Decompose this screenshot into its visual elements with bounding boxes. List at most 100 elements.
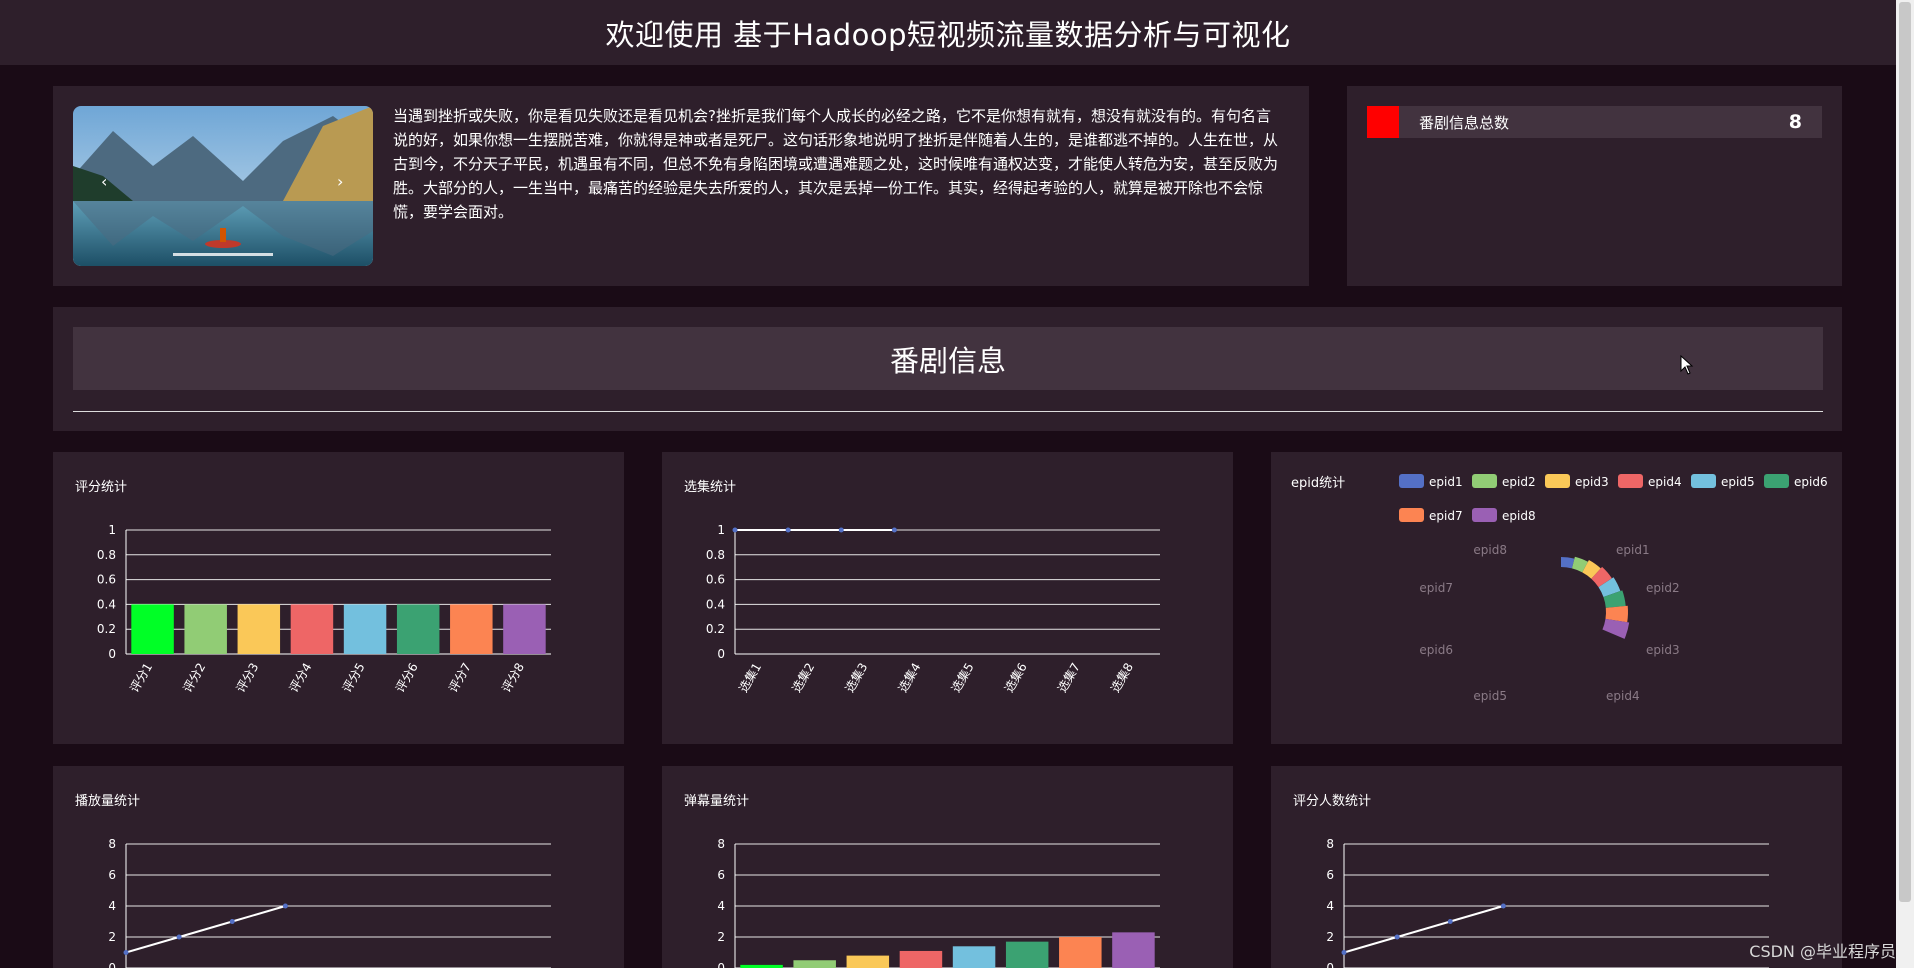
- line-point: [1341, 950, 1347, 955]
- chart-title: 弹幕量统计: [684, 794, 750, 809]
- y-tick-label: 0: [717, 647, 725, 661]
- x-tick-label: 评分6: [393, 661, 421, 695]
- legend-swatch: [1399, 508, 1424, 522]
- bar: [899, 950, 943, 968]
- y-tick-label: 0: [717, 961, 725, 968]
- y-tick-label: 0.2: [706, 622, 725, 636]
- bar: [1059, 937, 1102, 968]
- chart-title: 评分人数统计: [1293, 794, 1372, 809]
- x-tick-label: 选集2: [788, 660, 817, 695]
- legend-swatch: [1399, 474, 1424, 488]
- page-scrollbar[interactable]: [1896, 0, 1914, 968]
- y-tick-label: 2: [717, 930, 725, 944]
- pie-label: epid6: [1419, 643, 1453, 657]
- dashboard-page: 欢迎使用 基于Hadoop短视频流量数据分析与可视化 ‹ › 当遇到挫折或失败，…: [0, 0, 1914, 968]
- intro-panel: ‹ › 当遇到挫折或失败，你是看见失败还是看见机会?挫折是我们每个人成长的必经之…: [53, 86, 1309, 286]
- y-tick-label: 4: [1326, 899, 1334, 913]
- section-divider: [73, 411, 1823, 412]
- pie-label: epid8: [1473, 543, 1507, 557]
- y-tick-label: 8: [1326, 837, 1334, 851]
- header-bar: 欢迎使用 基于Hadoop短视频流量数据分析与可视化: [0, 0, 1896, 65]
- y-tick-label: 0: [108, 961, 116, 968]
- pie-label: epid2: [1646, 581, 1680, 595]
- carousel-prev-icon[interactable]: ‹: [101, 172, 107, 191]
- bar: [396, 604, 440, 654]
- y-tick-label: 0.8: [97, 548, 116, 562]
- epid-chart: epid1 epid2 epid3 epid4 epid5 epid6 epid7 epid8…: [1399, 474, 1828, 703]
- x-tick-label: 评分5: [340, 661, 368, 695]
- legend-swatch: [1545, 474, 1570, 488]
- bar: [237, 604, 281, 654]
- legend-swatch: [1764, 474, 1789, 488]
- x-tick-label: 选集6: [1001, 660, 1030, 695]
- bar: [846, 955, 890, 968]
- rating-chart: 0 0.2 0.4 0.6 0.8 1 评分1 评分2 评分3 评分4 评分5 评分6 评分7 评分8: [97, 523, 551, 695]
- legend-swatch: [1691, 474, 1716, 488]
- y-tick-label: 0.8: [706, 548, 725, 562]
- line-point: [1447, 919, 1453, 924]
- line-point: [229, 919, 235, 924]
- y-tick-label: 0.6: [97, 573, 116, 587]
- x-tick-label: 评分7: [446, 661, 474, 695]
- carousel-image: [73, 106, 373, 266]
- pie-label: epid7: [1419, 581, 1453, 595]
- line-point: [732, 527, 738, 533]
- legend-label: epid2: [1502, 475, 1536, 489]
- legend-label: epid7: [1429, 509, 1463, 523]
- legend-label: epid6: [1794, 475, 1828, 489]
- x-tick-label: 选集1: [735, 660, 764, 695]
- x-tick-label: 选集7: [1054, 660, 1083, 695]
- line-point: [123, 950, 129, 955]
- bar: [1005, 941, 1049, 968]
- stat-label: 番剧信息总数: [1419, 113, 1510, 132]
- x-tick-label: 选集8: [1107, 660, 1136, 695]
- pie-label: epid3: [1646, 643, 1680, 657]
- legend-label: epid8: [1502, 509, 1536, 523]
- legend-label: epid5: [1721, 475, 1755, 489]
- chart-panel-plays: 播放量统计 0 2 4 6 8: [53, 766, 624, 968]
- y-tick-label: 2: [108, 930, 116, 944]
- line-point: [176, 934, 182, 940]
- bar: [952, 946, 996, 968]
- section-panel: 番剧信息: [53, 307, 1842, 431]
- x-tick-label: 评分2: [180, 661, 208, 695]
- legend-label: epid4: [1648, 475, 1682, 489]
- y-tick-label: 4: [108, 899, 116, 913]
- chart-panel-danmaku: 弹幕量统计 0 2 4 6 8: [662, 766, 1233, 968]
- scrollbar-thumb[interactable]: [1899, 2, 1911, 902]
- watermark: CSDN @毕业程序员: [1749, 942, 1896, 961]
- pie-label: epid1: [1616, 543, 1650, 557]
- bar: [1112, 932, 1155, 968]
- legend-swatch: [1618, 474, 1643, 488]
- chart-panel-episodes: 选集统计 0 0.2 0.4 0.6 0.8 1 选集1 选集2 选集3 选集4 选集5 选集6 选集7…: [662, 452, 1233, 744]
- bar: [503, 604, 546, 654]
- episode-chart: 0 0.2 0.4 0.6 0.8 1 选集1 选集2 选集3 选集4 选集5 选集6 选集7 选集8: [706, 523, 1160, 695]
- x-tick-label: 评分8: [499, 661, 527, 695]
- stat-swatch: [1367, 106, 1399, 138]
- pie-slice: [1561, 557, 1575, 569]
- bar: [343, 604, 387, 654]
- chart-title: 播放量统计: [75, 794, 141, 809]
- y-tick-label: 0.4: [706, 597, 725, 611]
- legend-label: epid3: [1575, 475, 1609, 489]
- intro-text: 当遇到挫折或失败，你是看见失败还是看见机会?挫折是我们每个人成长的必经之路，它不…: [393, 107, 1279, 221]
- stat-value: 8: [1788, 111, 1802, 133]
- chart-panel-rating: 评分统计 0 0.2 0.4 0.6 0.8 1 评分1 评分2 评分3 评分4 评分5 评分6 评分7…: [53, 452, 624, 744]
- y-tick-label: 1: [108, 523, 116, 537]
- legend-label: epid1: [1429, 475, 1463, 489]
- chart-title: 评分统计: [75, 480, 128, 495]
- pie-label: epid4: [1606, 689, 1640, 703]
- stat-row-total: 番剧信息总数 8: [1367, 106, 1822, 138]
- legend-swatch: [1472, 508, 1497, 522]
- carousel-indicator[interactable]: [173, 253, 273, 256]
- line-point: [785, 527, 791, 533]
- y-tick-label: 6: [1326, 868, 1334, 882]
- x-tick-label: 选集4: [895, 660, 924, 695]
- y-tick-label: 2: [1326, 930, 1334, 944]
- x-tick-label: 评分3: [233, 661, 261, 695]
- line-point: [838, 527, 844, 533]
- bar: [450, 604, 493, 654]
- y-tick-label: 4: [717, 899, 725, 913]
- image-carousel[interactable]: ‹ ›: [73, 106, 373, 266]
- carousel-next-icon[interactable]: ›: [337, 172, 343, 191]
